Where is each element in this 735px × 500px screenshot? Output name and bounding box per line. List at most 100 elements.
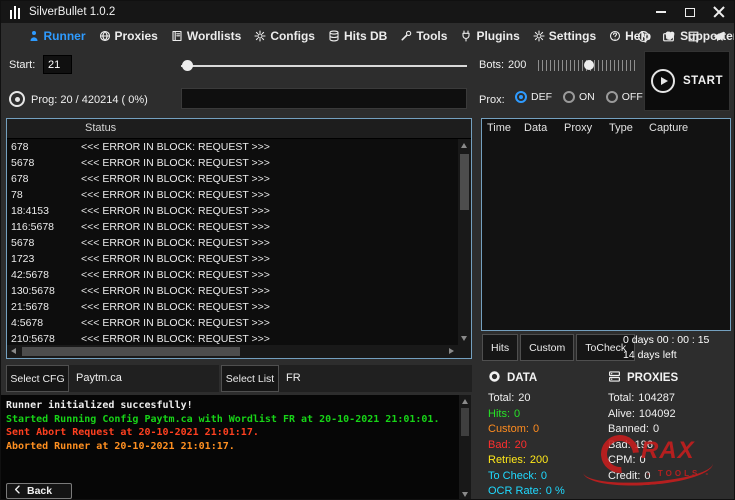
stat-row-cpm: CPM:0 xyxy=(608,453,728,469)
start-button[interactable]: START xyxy=(644,51,730,111)
stat-label: Credit: xyxy=(608,469,640,485)
progress-text: Prog: 20 / 420214 ( 0%) xyxy=(31,94,148,106)
slider-thumb[interactable] xyxy=(182,60,193,71)
menu-item-proxies[interactable]: Proxies xyxy=(92,29,164,43)
progress-status-icon xyxy=(9,91,25,107)
menu-item-settings[interactable]: Settings xyxy=(526,29,602,43)
stat-label: CPM: xyxy=(608,453,636,469)
menu-item-wordlists[interactable]: Wordlists xyxy=(164,29,247,43)
result-status: <<< ERROR IN BLOCK: REQUEST >>> xyxy=(81,189,270,201)
tab-custom[interactable]: Custom xyxy=(520,334,574,361)
result-row[interactable]: 678<<< ERROR IN BLOCK: REQUEST >>> xyxy=(7,139,458,155)
stat-value: 0 xyxy=(541,469,547,485)
result-row[interactable]: 5678<<< ERROR IN BLOCK: REQUEST >>> xyxy=(7,155,458,171)
selected-config-field[interactable]: Paytm.ca xyxy=(69,365,219,392)
result-row[interactable]: 18:4153<<< ERROR IN BLOCK: REQUEST >>> xyxy=(7,203,458,219)
prox-radio-off[interactable]: OFF xyxy=(606,91,643,103)
menu-item-tools[interactable]: Tools xyxy=(394,29,454,43)
log-scroll-down-arrow[interactable] xyxy=(462,492,468,497)
menu-item-configs[interactable]: Configs xyxy=(248,29,322,43)
prox-radio-def[interactable]: DEF xyxy=(515,91,552,103)
stat-value: 0 xyxy=(653,422,659,438)
result-row[interactable]: 21:5678<<< ERROR IN BLOCK: REQUEST >>> xyxy=(7,299,458,315)
title-bar: SilverBullet 1.0.2 xyxy=(1,1,734,23)
result-row[interactable]: 116:5678<<< ERROR IN BLOCK: REQUEST >>> xyxy=(7,219,458,235)
result-row[interactable]: 4:5678<<< ERROR IN BLOCK: REQUEST >>> xyxy=(7,315,458,331)
menu-items: RunnerProxiesWordlists Configs Hits DB Tool… xyxy=(21,29,735,43)
app-window: SilverBullet 1.0.2 RunnerProxiesWordlist… xyxy=(0,0,735,500)
camera-button[interactable] xyxy=(660,28,677,45)
scroll-right-arrow[interactable] xyxy=(449,348,454,354)
custom-input[interactable] xyxy=(181,88,467,109)
hits-column-proxy: Proxy xyxy=(564,122,609,134)
hitsdb-icon xyxy=(328,30,340,42)
menu-item-label: Configs xyxy=(270,29,315,43)
horizontal-scroll-thumb[interactable] xyxy=(22,347,240,356)
bots-slider[interactable] xyxy=(538,60,638,71)
proxies-icon xyxy=(99,30,111,42)
menu-item-runner[interactable]: Runner xyxy=(21,29,92,43)
close-button[interactable] xyxy=(712,5,726,19)
result-status: <<< ERROR IN BLOCK: REQUEST >>> xyxy=(81,141,270,153)
telegram-button[interactable] xyxy=(710,28,727,45)
minimize-button[interactable] xyxy=(654,5,668,19)
status-column-header: Status xyxy=(85,122,116,134)
bots-slider-thumb[interactable] xyxy=(584,60,594,70)
package-button[interactable] xyxy=(685,28,702,45)
log-line: Sent Abort Request at 20-10-2021 21:01:1… xyxy=(6,426,457,440)
tab-hits[interactable]: Hits xyxy=(482,334,518,361)
result-row[interactable]: 678<<< ERROR IN BLOCK: REQUEST >>> xyxy=(7,171,458,187)
scrollbar-corner xyxy=(458,345,471,358)
menu-item-hits-db[interactable]: Hits DB xyxy=(321,29,393,43)
select-cfg-button[interactable]: Select CFG xyxy=(6,365,69,392)
select-list-button[interactable]: Select List xyxy=(221,365,279,392)
scroll-up-arrow[interactable] xyxy=(461,143,467,148)
prox-radio-on[interactable]: ON xyxy=(563,91,595,103)
stat-label: Total: xyxy=(488,391,514,407)
maximize-button[interactable] xyxy=(683,5,697,19)
result-row[interactable]: 1723<<< ERROR IN BLOCK: REQUEST >>> xyxy=(7,251,458,267)
result-id: 21:5678 xyxy=(7,301,81,313)
menu-item-label: Hits DB xyxy=(344,29,387,43)
result-id: 4:5678 xyxy=(7,317,81,329)
start-label: Start: xyxy=(9,59,35,71)
selected-wordlist-field[interactable]: FR xyxy=(279,365,472,392)
results-vertical-scrollbar[interactable] xyxy=(458,139,471,345)
vertical-scroll-thumb[interactable] xyxy=(460,154,469,210)
stat-value: 104287 xyxy=(638,391,675,407)
play-icon xyxy=(651,69,675,93)
radio-circle-icon xyxy=(563,91,575,103)
stat-row-retries: Retries:200 xyxy=(488,453,608,469)
wordlists-icon xyxy=(171,30,183,42)
result-status: <<< ERROR IN BLOCK: REQUEST >>> xyxy=(81,237,270,249)
runner-icon xyxy=(28,30,40,42)
package-icon xyxy=(687,30,700,43)
back-button[interactable]: Back xyxy=(6,483,72,499)
menu-item-plugins[interactable]: Plugins xyxy=(454,29,526,43)
license-days-left: 14 days left xyxy=(623,348,709,363)
log-scroll-thumb[interactable] xyxy=(461,408,469,436)
result-row[interactable]: 5678<<< ERROR IN BLOCK: REQUEST >>> xyxy=(7,235,458,251)
result-row[interactable]: 42:5678<<< ERROR IN BLOCK: REQUEST >>> xyxy=(7,267,458,283)
results-horizontal-scrollbar[interactable] xyxy=(7,345,458,358)
result-row[interactable]: 78<<< ERROR IN BLOCK: REQUEST >>> xyxy=(7,187,458,203)
bots-value: 200 xyxy=(508,59,526,71)
app-logo-icon xyxy=(10,6,20,19)
result-row[interactable]: 210:5678<<< ERROR IN BLOCK: REQUEST >>> xyxy=(7,331,458,345)
configs-icon xyxy=(254,30,266,42)
log-scrollbar[interactable] xyxy=(459,395,471,500)
scroll-left-arrow[interactable] xyxy=(11,348,16,354)
progress-slider[interactable] xyxy=(181,60,467,72)
result-status: <<< ERROR IN BLOCK: REQUEST >>> xyxy=(81,333,270,345)
start-input[interactable] xyxy=(43,55,72,74)
stat-row-bad: Bad:20 xyxy=(488,438,608,454)
result-id: 210:5678 xyxy=(7,333,81,345)
result-id: 18:4153 xyxy=(7,205,81,217)
scroll-down-arrow[interactable] xyxy=(461,336,467,341)
log-scroll-up-arrow[interactable] xyxy=(462,399,468,404)
camera-icon xyxy=(662,30,675,43)
history-button[interactable] xyxy=(635,28,652,45)
result-status: <<< ERROR IN BLOCK: REQUEST >>> xyxy=(81,157,270,169)
servers-icon xyxy=(608,370,621,383)
result-row[interactable]: 130:5678<<< ERROR IN BLOCK: REQUEST >>> xyxy=(7,283,458,299)
